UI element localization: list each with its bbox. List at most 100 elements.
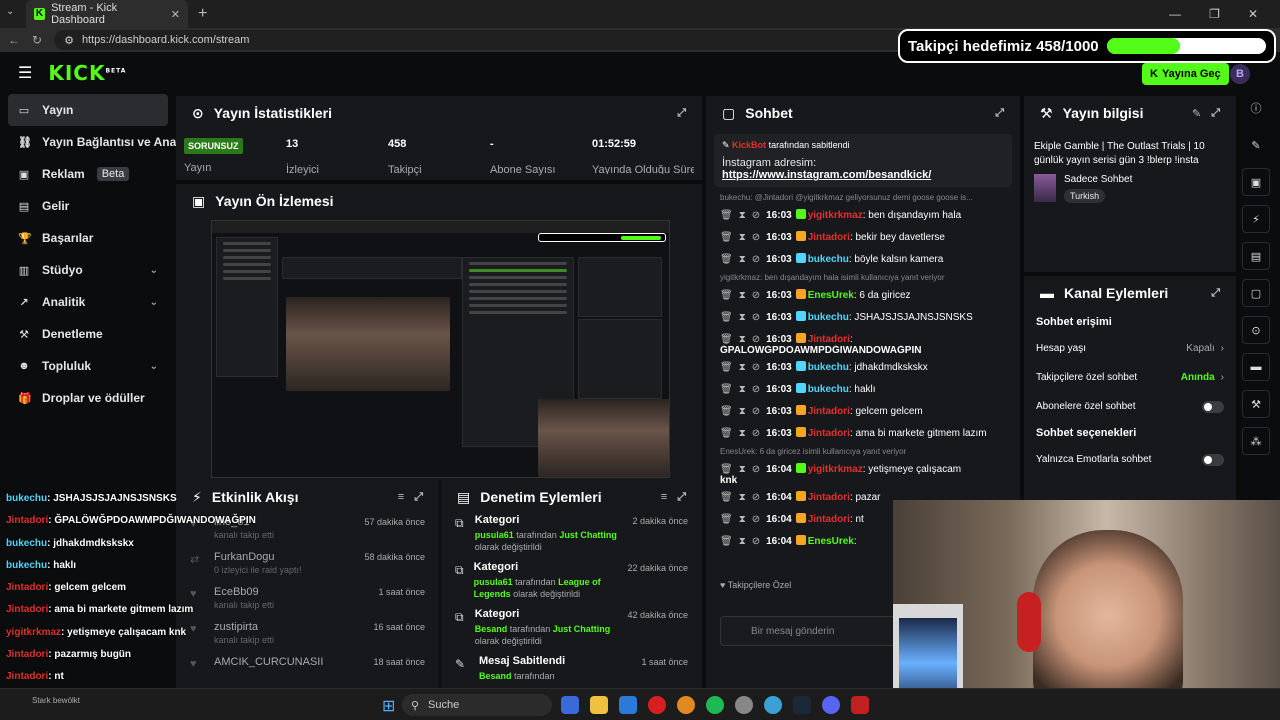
sidebar-item-studyo[interactable]: ▥ Stüdyo ⌄ bbox=[0, 254, 176, 286]
ban-icon[interactable]: ⊘ bbox=[752, 514, 760, 525]
chat-username[interactable]: bukechu bbox=[808, 254, 849, 265]
maximize-button[interactable]: ❐ bbox=[1209, 7, 1220, 21]
url-field[interactable]: ⚙ https://dashboard.kick.com/stream bbox=[54, 30, 935, 50]
delete-message-icon[interactable]: 🗑 bbox=[720, 514, 733, 525]
ban-icon[interactable]: ⊘ bbox=[752, 290, 760, 301]
chat-username[interactable]: Jintadori bbox=[808, 232, 850, 243]
chat-username[interactable]: yigitkrkmaz bbox=[808, 464, 863, 475]
timeout-icon[interactable]: ⧗ bbox=[739, 464, 746, 475]
chat-username[interactable]: Jintadori bbox=[808, 406, 850, 417]
expand-icon[interactable]: ⤢ bbox=[1211, 287, 1220, 300]
stream-preview-video[interactable] bbox=[211, 220, 670, 478]
timeout-icon[interactable]: ⧗ bbox=[739, 312, 746, 323]
taskbar-search[interactable]: ⚲ Suche bbox=[402, 694, 552, 716]
ban-icon[interactable]: ⊘ bbox=[752, 406, 760, 417]
expand-icon[interactable]: ⤢ bbox=[1211, 107, 1220, 120]
account-age-row[interactable]: Hesap yaşı Kapalı › bbox=[1024, 334, 1236, 363]
chat-username[interactable]: Jintadori bbox=[808, 492, 850, 503]
reload-icon[interactable]: ↻ bbox=[32, 33, 42, 47]
spotify-icon[interactable] bbox=[706, 696, 724, 714]
info-icon[interactable]: ⓘ bbox=[1242, 94, 1270, 122]
sidebar-item-reklam[interactable]: ▣ Reklam Beta bbox=[0, 158, 176, 190]
ban-icon[interactable]: ⊘ bbox=[752, 312, 760, 323]
back-icon[interactable]: ← bbox=[8, 33, 20, 47]
ban-icon[interactable]: ⊘ bbox=[752, 536, 760, 547]
timeout-icon[interactable]: ⧗ bbox=[739, 254, 746, 265]
close-window-button[interactable]: ✕ bbox=[1248, 7, 1258, 21]
close-tab-icon[interactable]: ✕ bbox=[171, 8, 180, 21]
chat-username[interactable]: EnesUrek bbox=[808, 536, 854, 547]
subscribers-only-toggle[interactable] bbox=[1202, 400, 1224, 413]
sidebar-item-denetleme[interactable]: ⚒ Denetleme bbox=[0, 318, 176, 350]
list-icon[interactable]: ▤ bbox=[1242, 242, 1270, 270]
chat-username[interactable]: bukechu bbox=[808, 312, 849, 323]
sidebar-item-yayin[interactable]: ▭ Yayın bbox=[8, 94, 168, 126]
app2-icon[interactable] bbox=[851, 696, 869, 714]
opera-icon[interactable] bbox=[648, 696, 666, 714]
kick-logo[interactable]: KICKBETA bbox=[48, 61, 126, 85]
expand-icon[interactable]: ⤢ bbox=[677, 107, 686, 120]
preview-icon[interactable]: ▣ bbox=[1242, 168, 1270, 196]
delete-message-icon[interactable]: 🗑 bbox=[720, 384, 733, 395]
sidebar-item-stream-key[interactable]: ⛓ Yayın Bağlantısı ve Anahtarı bbox=[0, 126, 202, 158]
ban-icon[interactable]: ⊘ bbox=[752, 492, 760, 503]
channel-icon[interactable]: ▬ bbox=[1242, 353, 1270, 381]
timeout-icon[interactable]: ⧗ bbox=[739, 514, 746, 525]
timeout-icon[interactable]: ⧗ bbox=[739, 428, 746, 439]
browser-tab[interactable]: K Stream - Kick Dashboard ✕ bbox=[26, 0, 188, 28]
ban-icon[interactable]: ⊘ bbox=[752, 254, 760, 265]
ban-icon[interactable]: ⊘ bbox=[752, 428, 760, 439]
delete-message-icon[interactable]: 🗑 bbox=[720, 492, 733, 503]
timeout-icon[interactable]: ⧗ bbox=[739, 384, 746, 395]
filter-icon[interactable]: ≡ bbox=[661, 491, 667, 503]
chat-username[interactable]: yigitkrkmaz bbox=[808, 210, 863, 221]
ban-icon[interactable]: ⊘ bbox=[752, 464, 760, 475]
sidebar-item-basarilar[interactable]: 🏆 Başarılar bbox=[0, 222, 176, 254]
site-info-icon[interactable]: ⚙ bbox=[64, 34, 74, 47]
app-icon[interactable] bbox=[677, 696, 695, 714]
ban-icon[interactable]: ⊘ bbox=[752, 384, 760, 395]
edit-icon[interactable]: ✎ bbox=[1242, 131, 1270, 159]
delete-message-icon[interactable]: 🗑 bbox=[720, 536, 733, 547]
chat-icon[interactable]: ▢ bbox=[1242, 279, 1270, 307]
delete-message-icon[interactable]: 🗑 bbox=[720, 362, 733, 373]
sidebar-item-droplar[interactable]: 🎁 Droplar ve ödüller bbox=[0, 382, 176, 414]
delete-message-icon[interactable]: 🗑 bbox=[720, 210, 733, 221]
timeout-icon[interactable]: ⧗ bbox=[739, 290, 746, 301]
chat-username[interactable]: Jintadori bbox=[808, 334, 850, 345]
windows-start-icon[interactable]: ⊞ bbox=[382, 696, 395, 716]
menu-icon[interactable]: ☰ bbox=[18, 63, 32, 83]
store-icon[interactable] bbox=[619, 696, 637, 714]
tab-list-icon[interactable]: ⌄ bbox=[6, 6, 14, 17]
emote-only-toggle[interactable] bbox=[1202, 453, 1224, 466]
sidebar-item-gelir[interactable]: ▤ Gelir bbox=[0, 190, 176, 222]
steam-icon[interactable] bbox=[793, 696, 811, 714]
followers-only-row[interactable]: Takipçilere özel sohbet Anında › bbox=[1024, 363, 1236, 392]
expand-icon[interactable]: ⤢ bbox=[995, 107, 1004, 120]
ban-icon[interactable]: ⊘ bbox=[752, 334, 760, 345]
chat-username[interactable]: Jintadori bbox=[808, 514, 850, 525]
folder-icon[interactable] bbox=[590, 696, 608, 714]
sidebar-item-topluluk[interactable]: ☻ Topluluk ⌄ bbox=[0, 350, 176, 382]
edit-icon[interactable]: ✎ bbox=[1192, 107, 1201, 120]
bolt-icon[interactable]: ⚡ bbox=[1242, 205, 1270, 233]
delete-message-icon[interactable]: 🗑 bbox=[720, 254, 733, 265]
delete-message-icon[interactable]: 🗑 bbox=[720, 290, 733, 301]
copilot-icon[interactable] bbox=[561, 696, 579, 714]
chat-username[interactable]: bukechu bbox=[808, 362, 849, 373]
ban-icon[interactable]: ⊘ bbox=[752, 362, 760, 373]
chat-username[interactable]: bukechu bbox=[808, 384, 849, 395]
timeout-icon[interactable]: ⧗ bbox=[739, 232, 746, 243]
delete-message-icon[interactable]: 🗑 bbox=[720, 464, 733, 475]
settings-icon[interactable] bbox=[735, 696, 753, 714]
ban-icon[interactable]: ⊘ bbox=[752, 232, 760, 243]
go-live-button[interactable]: K Yayına Geç bbox=[1142, 63, 1229, 85]
delete-message-icon[interactable]: 🗑 bbox=[720, 232, 733, 243]
delete-message-icon[interactable]: 🗑 bbox=[720, 406, 733, 417]
expand-icon[interactable]: ⤢ bbox=[414, 491, 423, 504]
ban-icon[interactable]: ⊘ bbox=[752, 210, 760, 221]
chat-username[interactable]: Jintadori bbox=[808, 428, 850, 439]
delete-message-icon[interactable]: 🗑 bbox=[720, 334, 733, 345]
chat-username[interactable]: EnesUrek bbox=[808, 290, 854, 301]
wrench-icon[interactable]: ⚒ bbox=[1242, 390, 1270, 418]
